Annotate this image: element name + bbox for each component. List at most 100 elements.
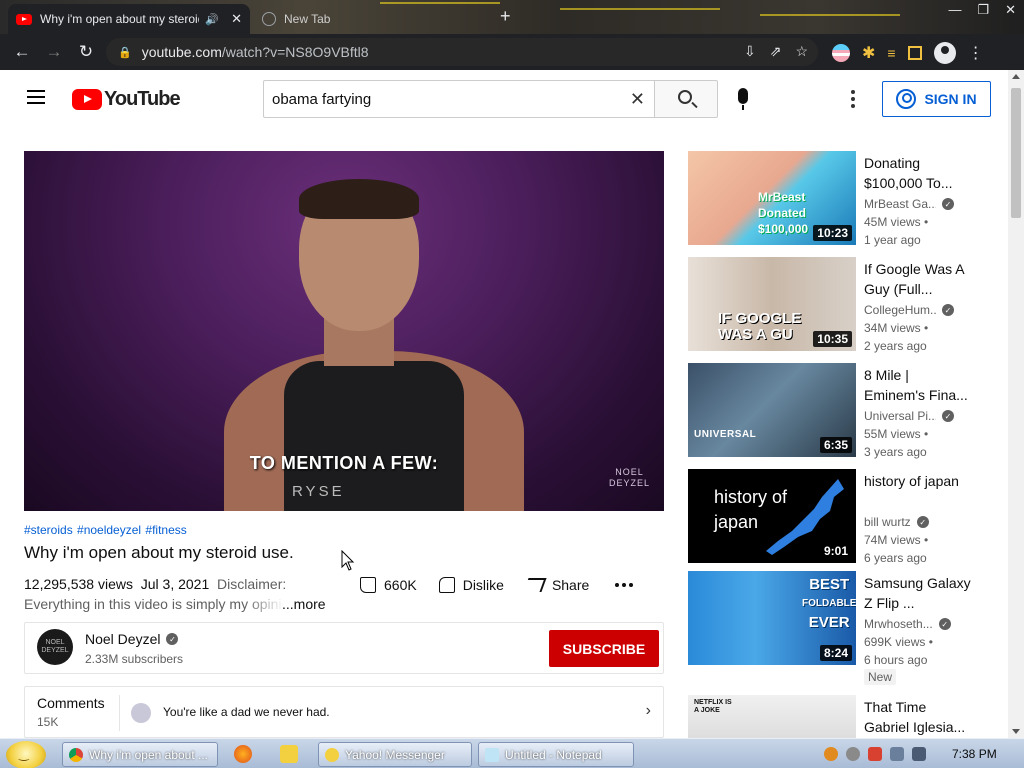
folder-icon[interactable] [280, 745, 298, 763]
minimize-icon[interactable]: — [948, 2, 961, 18]
comments-teaser[interactable]: Comments 15K You're like a dad we never … [24, 686, 664, 738]
install-app-icon[interactable]: ⇩ [744, 43, 756, 60]
dislike-button[interactable]: Dislike [438, 577, 504, 593]
search-button[interactable] [654, 80, 718, 118]
youtube-favicon-icon [16, 13, 32, 25]
recommendation-channel[interactable]: MrBeast Ga... ✓ [864, 197, 954, 211]
recommendation-item[interactable]: BEST FOLDABLE EVER 8:24 Samsung Galaxy Z… [688, 571, 988, 685]
mouse-cursor-icon [341, 550, 355, 571]
hamburger-menu-icon[interactable] [27, 90, 45, 104]
dislike-label: Dislike [462, 577, 504, 593]
close-window-icon[interactable]: ✕ [1005, 2, 1016, 18]
lock-icon[interactable]: 🔒 [118, 46, 132, 59]
recommendation-title[interactable]: Donating $100,000 To... [864, 153, 972, 193]
tabstrip-decoration [760, 14, 900, 16]
recommendation-channel[interactable]: CollegeHum... ✓ [864, 303, 954, 317]
back-arrow-icon[interactable]: ← [6, 42, 38, 62]
video-thumbnail[interactable]: BEST FOLDABLE EVER 8:24 [688, 571, 856, 665]
page-scrollbar[interactable] [1008, 70, 1024, 738]
sign-in-button[interactable]: SIGN IN [882, 81, 991, 117]
video-thumbnail[interactable]: history of japan 9:01 [688, 469, 856, 563]
extension-puzzle-icon[interactable]: ✱ [862, 43, 875, 63]
bookmark-star-icon[interactable]: ☆ [795, 43, 808, 60]
tray-search-icon[interactable] [824, 747, 838, 761]
recommendation-item[interactable]: history of japan 9:01 history of japan b… [688, 469, 988, 565]
reload-icon[interactable]: ↻ [70, 42, 102, 62]
channel-text: bill wurtz [864, 515, 911, 529]
start-button[interactable] [6, 741, 46, 768]
scrollbar-thumb[interactable] [1011, 88, 1021, 218]
tray-status-icon[interactable] [846, 747, 860, 761]
recommendation-title[interactable]: 8 Mile | Eminem's Fina... [864, 365, 972, 405]
recommendation-channel[interactable]: Universal Pi... ✓ [864, 409, 954, 423]
comments-label: Comments [37, 695, 105, 711]
recommendation-channel[interactable]: Mrwhoseth... ✓ [864, 617, 951, 631]
browser-tab-youtube[interactable]: Why i'm open about my steroid use. 🔊 ✕ [8, 4, 250, 34]
video-thumbnail[interactable]: UNIVERSAL 6:35 [688, 363, 856, 457]
recommendation-title[interactable]: If Google Was A Guy (Full... [864, 259, 972, 299]
taskbar-item-chrome[interactable]: Why i'm open about ... [62, 742, 218, 767]
side-panel-icon[interactable] [907, 46, 922, 60]
microphone-icon[interactable] [738, 88, 748, 110]
scroll-down-arrow-icon[interactable] [1012, 729, 1020, 734]
profile-avatar-icon[interactable] [933, 42, 956, 64]
recommendation-item[interactable]: NETFLIX IS A JOKE That Time Gabriel Igle… [688, 695, 988, 738]
taskbar-clock[interactable]: 7:38 PM [952, 747, 997, 761]
firefox-icon[interactable] [234, 745, 252, 763]
chevron-right-icon[interactable]: › [646, 702, 651, 720]
show-more-link[interactable]: ...more [282, 596, 326, 612]
recommendation-title[interactable]: history of japan [864, 471, 972, 491]
url-host: youtube.com [141, 44, 222, 60]
speaker-icon[interactable]: 🔊 [205, 13, 219, 26]
video-thumbnail[interactable]: MrBeast Donated $100,000 10:23 [688, 151, 856, 245]
youtube-logo[interactable]: YouTube [72, 88, 181, 111]
reading-list-icon[interactable]: ≡ [887, 45, 895, 61]
youtube-masthead: YouTube obama fartying ✕ SIGN IN [0, 70, 1008, 128]
video-player[interactable]: RYSE TO MENTION A FEW: NOEL DEYZEL [24, 151, 664, 511]
channel-text: Mrwhoseth... [864, 617, 933, 631]
video-hashtags[interactable]: #steroids #noeldeyzel #fitness [24, 523, 187, 537]
search-input[interactable]: obama fartying ✕ [263, 80, 655, 118]
thumbnail-text: BEST FOLDABLE EVER [802, 575, 856, 632]
browser-tab-newtab[interactable]: New Tab [254, 4, 494, 34]
tray-flag-icon[interactable] [868, 747, 882, 761]
share-page-icon[interactable]: ⇗ [770, 43, 782, 60]
browser-menu-icon[interactable]: ⋮ [968, 43, 984, 63]
tray-network-icon[interactable] [890, 747, 904, 761]
recommendation-title[interactable]: That Time Gabriel Iglesia... [864, 697, 972, 737]
channel-avatar[interactable]: NOEL DEYZEL [37, 629, 73, 665]
tabstrip-decoration [560, 8, 720, 10]
forward-arrow-icon[interactable]: → [38, 42, 70, 62]
like-button[interactable]: 660K [360, 577, 417, 593]
new-tab-plus-icon[interactable]: + [500, 6, 511, 27]
clear-search-icon[interactable]: ✕ [630, 89, 645, 110]
restore-icon[interactable]: ❐ [977, 2, 989, 18]
close-tab-icon[interactable]: ✕ [231, 11, 242, 27]
video-thumbnail[interactable]: IF GOOGLE WAS A GU 10:35 [688, 257, 856, 351]
subscribe-button[interactable]: SUBSCRIBE [549, 630, 659, 667]
top-comment-text: You're like a dad we never had. [163, 705, 330, 719]
recommendation-item[interactable]: MrBeast Donated $100,000 10:23 Donating … [688, 151, 988, 247]
thumbnail-text-line: BEST [809, 576, 850, 593]
more-actions-icon[interactable] [615, 583, 634, 587]
channel-name[interactable]: Noel Deyzel ✓ [85, 631, 179, 647]
verified-check-icon: ✓ [942, 304, 954, 316]
taskbar-item-yahoo-messenger[interactable]: Yahoo! Messenger [318, 742, 472, 767]
tray-volume-icon[interactable] [912, 747, 926, 761]
chrome-icon [69, 747, 83, 762]
recommendation-item[interactable]: IF GOOGLE WAS A GU 10:35 If Google Was A… [688, 257, 988, 353]
share-button[interactable]: Share [523, 577, 589, 593]
search-icon [678, 90, 692, 104]
settings-kebab-icon[interactable] [851, 90, 855, 111]
recommendation-item[interactable]: UNIVERSAL 6:35 8 Mile | Eminem's Fina...… [688, 363, 988, 459]
scroll-up-arrow-icon[interactable] [1012, 74, 1020, 79]
address-bar[interactable]: 🔒 youtube.com/watch?v=NS8O9VBftl8 ⇩ ⇗ ☆ [106, 38, 818, 66]
video-thumbnail[interactable]: NETFLIX IS A JOKE [688, 695, 856, 738]
taskbar-item-notepad[interactable]: Untitled - Notepad [478, 742, 634, 767]
channel-card: NOEL DEYZEL Noel Deyzel ✓ 2.33M subscrib… [24, 622, 664, 674]
extension-flag-icon[interactable] [832, 44, 850, 62]
recommendation-channel[interactable]: bill wurtz ✓ [864, 515, 929, 529]
tab-title: New Tab [284, 12, 331, 26]
recommendation-title[interactable]: Samsung Galaxy Z Flip ... [864, 573, 972, 613]
video-actions: 660K Dislike Share [360, 577, 634, 593]
